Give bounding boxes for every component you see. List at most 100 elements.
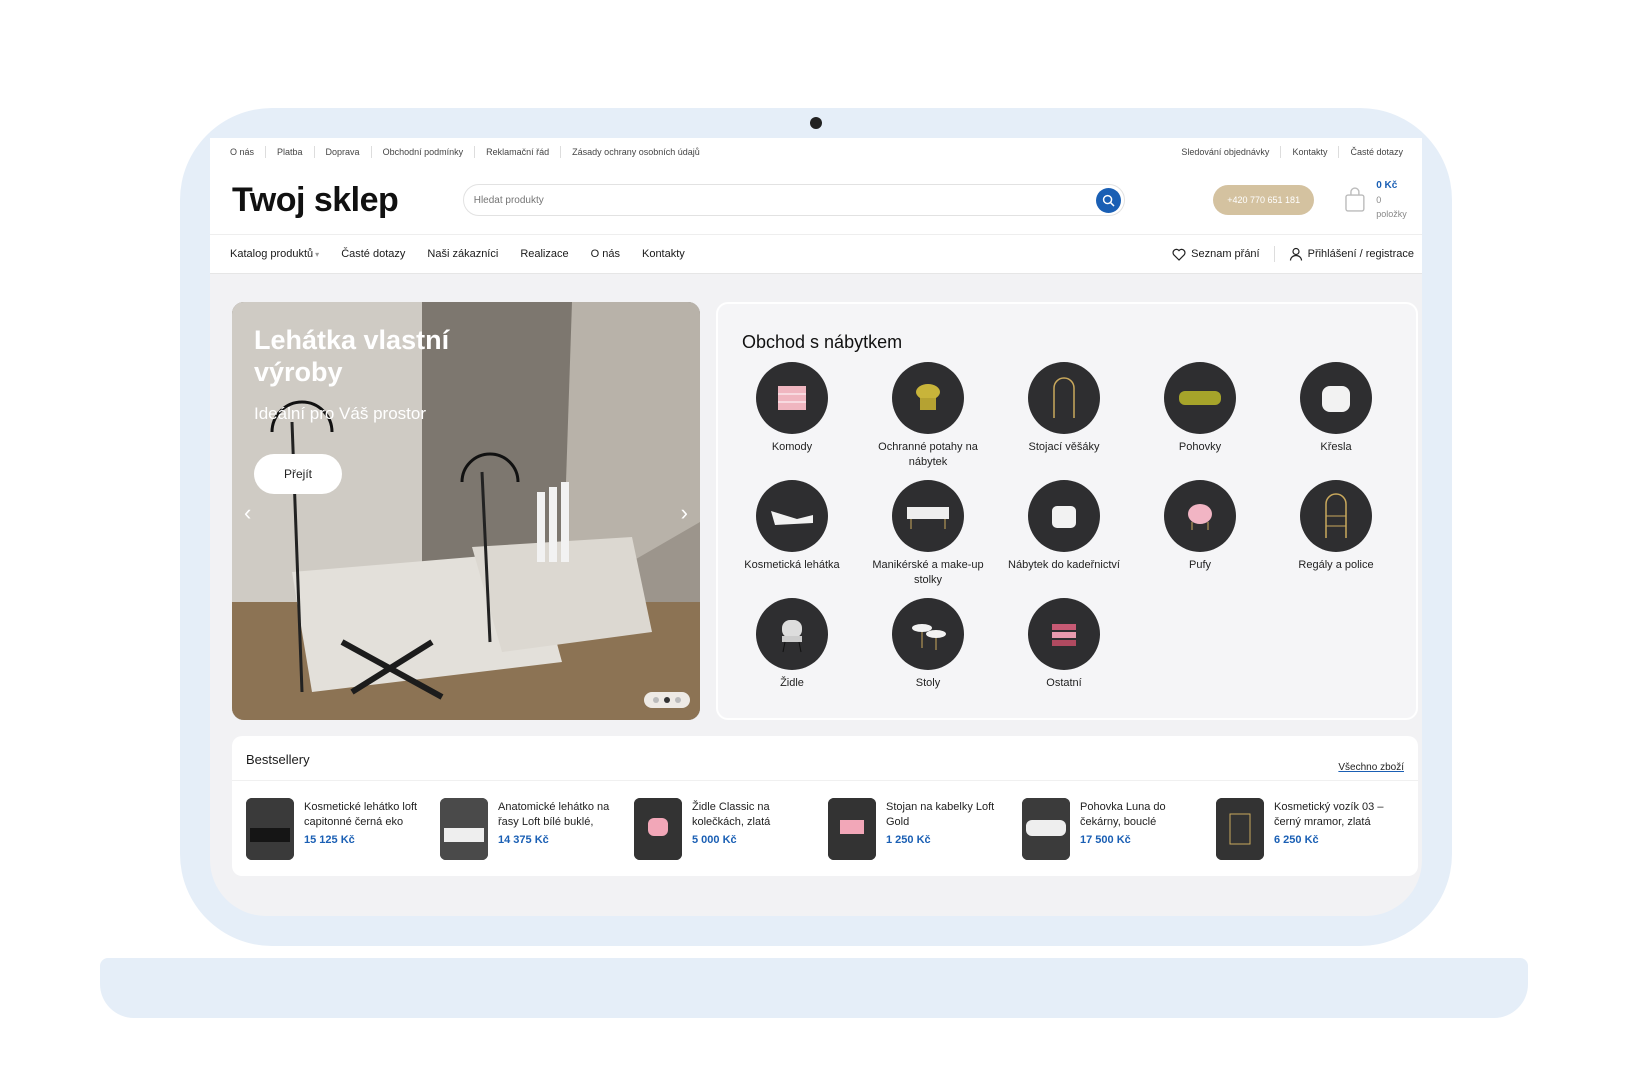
- product-card[interactable]: Pohovka Luna do čekárny, bouclé 17 500 K…: [1022, 798, 1212, 862]
- slider-dot-3[interactable]: [675, 697, 681, 703]
- cart[interactable]: 0 Kč 0 položky: [1344, 179, 1414, 221]
- top-link-about[interactable]: O nás: [230, 146, 265, 158]
- category-item[interactable]: Stoly: [860, 598, 996, 691]
- product-thumbnail: [440, 798, 488, 860]
- category-item[interactable]: Nábytek do kadeřnictví: [996, 480, 1132, 573]
- nav-item-about[interactable]: O nás: [591, 248, 620, 260]
- category-panel: Obchod s nábytkem Komody Ochranné potahy…: [716, 302, 1418, 720]
- category-image: [892, 598, 964, 670]
- category-image: [1028, 480, 1100, 552]
- product-thumbnail: [828, 798, 876, 860]
- category-image: [1028, 362, 1100, 434]
- category-item[interactable]: Komody: [724, 362, 860, 455]
- category-label: Židle: [780, 677, 804, 689]
- login-label: Přihlášení / registrace: [1307, 248, 1414, 260]
- category-label: Stojací věšáky: [1028, 441, 1100, 453]
- category-label: Pufy: [1188, 559, 1211, 571]
- category-item[interactable]: Židle: [724, 598, 860, 691]
- category-item[interactable]: Kosmetická lehátka: [724, 480, 860, 573]
- category-label: Pohovky: [1178, 441, 1222, 453]
- category-item[interactable]: Manikérské a make-up stolky: [860, 480, 996, 588]
- category-item[interactable]: Ochranné potahy na nábytek: [860, 362, 996, 470]
- slider-next-arrow-icon[interactable]: ›: [681, 500, 688, 526]
- bestsellers-section: Bestsellery Všechno zboží Kosmetické leh…: [232, 736, 1418, 876]
- category-image: [1028, 598, 1100, 670]
- nav-item-contacts[interactable]: Kontakty: [642, 248, 685, 260]
- category-panel-title: Obchod s nábytkem: [742, 332, 903, 352]
- login-link[interactable]: Přihlášení / registrace: [1289, 247, 1414, 261]
- shopping-bag-icon: [1345, 187, 1365, 212]
- category-label: Regály a police: [1298, 559, 1374, 571]
- category-image: [1164, 480, 1236, 552]
- product-card[interactable]: Stojan na kabelky Loft Gold 1 250 Kč: [828, 798, 1018, 862]
- product-price: 6 250 Kč: [1274, 834, 1319, 846]
- category-image: [1300, 362, 1372, 434]
- product-price: 17 500 Kč: [1080, 834, 1131, 846]
- nav-item-realizations[interactable]: Realizace: [520, 248, 568, 260]
- category-label: Manikérské a make-up stolky: [872, 559, 984, 586]
- hero-title: Lehátka vlastní výroby: [254, 325, 450, 387]
- phone-button[interactable]: +420 770 651 181: [1212, 185, 1315, 215]
- slider-dot-2[interactable]: [664, 697, 670, 703]
- hero-cta-button[interactable]: Přejít: [254, 454, 342, 494]
- product-price: 14 375 Kč: [498, 834, 549, 846]
- site-logo[interactable]: Twoj sklep: [232, 181, 451, 220]
- top-link-shipping[interactable]: Doprava: [313, 146, 371, 158]
- product-card[interactable]: Kosmetický vozík 03 – černý mramor, zlat…: [1216, 798, 1406, 862]
- product-card[interactable]: Židle Classic na kolečkách, zlatá 5 000 …: [634, 798, 824, 862]
- category-label: Komody: [771, 441, 813, 453]
- nav-item-catalog[interactable]: Katalog produktů ▾: [230, 248, 319, 260]
- slider-dot-1[interactable]: [653, 697, 659, 703]
- category-item[interactable]: Pohovky: [1132, 362, 1268, 455]
- product-card[interactable]: Kosmetické lehátko loft capitonné černá …: [246, 798, 436, 862]
- product-name: Kosmetický vozík 03 – černý mramor, zlat…: [1274, 801, 1384, 828]
- slider-prev-arrow-icon[interactable]: ‹: [244, 500, 251, 526]
- search-button[interactable]: [1095, 188, 1121, 213]
- category-label: Ochranné potahy na nábytek: [878, 441, 978, 468]
- section-divider: [232, 780, 1418, 781]
- product-card[interactable]: Anatomické lehátko na řasy Loft bílé buk…: [440, 798, 630, 862]
- all-products-link[interactable]: Všechno zboží: [1338, 762, 1404, 773]
- category-item[interactable]: Křesla: [1268, 362, 1404, 455]
- top-link-contacts[interactable]: Kontakty: [1280, 146, 1338, 158]
- wishlist-link[interactable]: Seznam přání: [1172, 248, 1260, 261]
- top-link-privacy[interactable]: Zásady ochrany osobních údajů: [560, 146, 711, 158]
- category-item[interactable]: Stojací věšáky: [996, 362, 1132, 455]
- category-image: [1300, 480, 1372, 552]
- top-bar: O nás Platba Doprava Obchodní podmínky R…: [210, 138, 1422, 166]
- product-thumbnail: [634, 798, 682, 860]
- category-image: [756, 362, 828, 434]
- category-image: [892, 480, 964, 552]
- top-link-order-tracking[interactable]: Sledování objednávky: [1181, 146, 1280, 158]
- product-name: Kosmetické lehátko loft capitonné černá …: [304, 801, 418, 828]
- top-link-faq[interactable]: Časté dotazy: [1338, 146, 1414, 158]
- top-link-terms[interactable]: Obchodní podmínky: [370, 146, 475, 158]
- search-input[interactable]: [473, 194, 1054, 206]
- category-item[interactable]: Regály a police: [1268, 480, 1404, 573]
- hero-slider: Lehátka vlastní výroby Ideální pro Váš p…: [232, 302, 700, 720]
- product-price: 5 000 Kč: [692, 834, 737, 846]
- hero-subtitle: Ideální pro Váš prostor: [254, 404, 426, 423]
- category-item[interactable]: Pufy: [1132, 480, 1268, 573]
- category-image: [892, 362, 964, 434]
- category-label: Kosmetická lehátka: [744, 559, 840, 571]
- nav-item-faq[interactable]: Časté dotazy: [341, 248, 405, 260]
- top-link-payment[interactable]: Platba: [265, 146, 314, 158]
- cart-items-count: 0 položky: [1376, 195, 1407, 219]
- laptop-base: [100, 958, 1528, 1018]
- top-links-left: O nás Platba Doprava Obchodní podmínky R…: [230, 146, 711, 158]
- chevron-down-icon: ▾: [315, 250, 320, 259]
- category-image: [756, 598, 828, 670]
- product-thumbnail: [1216, 798, 1264, 860]
- product-name: Židle Classic na kolečkách, zlatá: [692, 801, 771, 828]
- search-bar: [462, 184, 1125, 216]
- category-item[interactable]: Ostatní: [996, 598, 1132, 691]
- header: Twoj sklep +420 770 651 181 0 Kč 0 polož…: [210, 166, 1422, 234]
- nav-item-customers[interactable]: Naši zákazníci: [427, 248, 498, 260]
- product-name: Pohovka Luna do čekárny, bouclé: [1080, 801, 1166, 828]
- product-thumbnail: [246, 798, 294, 860]
- bestsellers-title: Bestsellery: [246, 752, 310, 767]
- top-link-complaints[interactable]: Reklamační řád: [474, 146, 560, 158]
- product-name: Stojan na kabelky Loft Gold: [886, 801, 995, 828]
- product-thumbnail: [1022, 798, 1070, 860]
